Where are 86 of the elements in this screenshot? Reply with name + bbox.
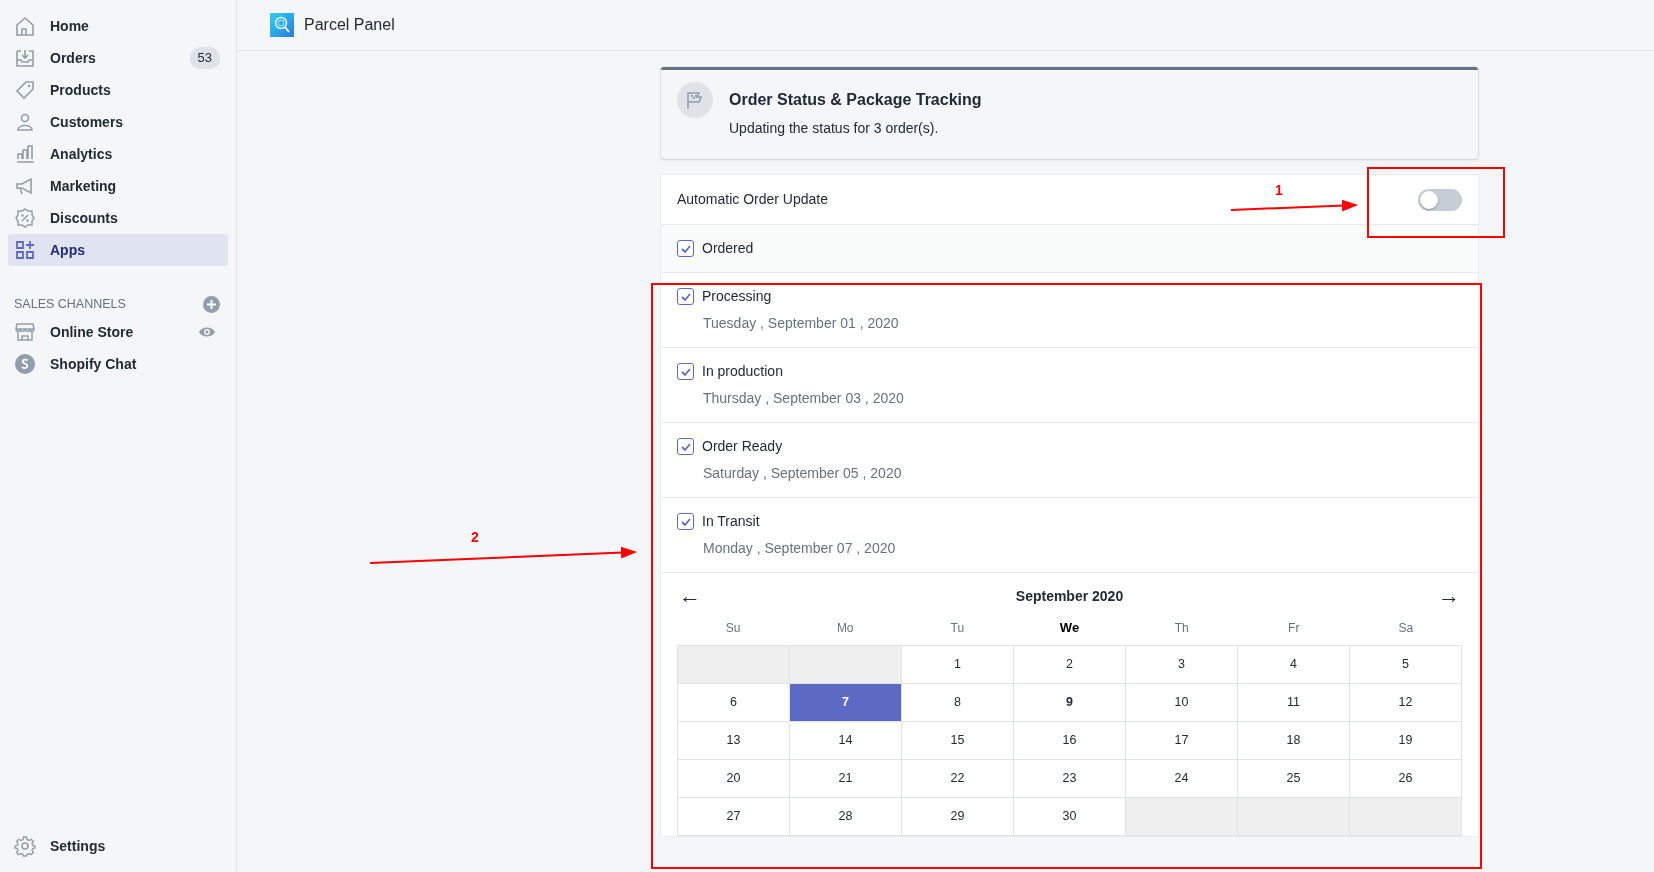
previous-month-button[interactable]: ← [677,585,703,607]
next-month-button[interactable]: → [1436,585,1462,607]
checkbox[interactable] [677,288,694,305]
day-cell[interactable]: 16 [1014,722,1126,760]
bar-chart-icon [14,143,36,165]
weekday-label: Su [724,620,742,637]
day-cell[interactable]: 7 [790,684,902,722]
store-icon [14,321,36,343]
day-cell[interactable]: 2 [1014,646,1126,684]
month-title: September 2020 [1015,586,1124,606]
status-date: Saturday , September 05 , 2020 [703,464,903,483]
day-cell[interactable]: 4 [1238,646,1350,684]
day-cell[interactable]: 14 [790,722,902,760]
annotation-number: 2 [471,529,479,545]
sidebar-item[interactable]: Customers [8,106,228,138]
status-label: In production [702,362,783,381]
toggle-label: Automatic Order Update [677,190,828,209]
day-cell[interactable]: 8 [902,684,1014,722]
weekday-label: We [1058,619,1081,638]
sidebar-item[interactable]: Orders 53 [8,42,228,74]
tag-icon [14,79,36,101]
apps-icon [14,239,36,261]
sidebar-item[interactable]: Products [8,74,228,106]
checkbox[interactable] [677,438,694,455]
toggle-switch[interactable] [1418,188,1462,211]
weekday-label: Sa [1397,620,1415,637]
day-cell[interactable]: 26 [1350,760,1462,798]
checkbox[interactable] [677,513,694,530]
day-cell[interactable]: 15 [902,722,1014,760]
section-heading: SALES CHANNELS [14,295,126,313]
weekday-label: Tu [949,620,966,637]
sidebar-item[interactable]: Home [8,10,228,42]
day-cell[interactable]: 6 [678,684,790,722]
card-subtitle: Updating the status for 3 order(s). [729,119,940,138]
day-cell[interactable]: 28 [790,798,902,836]
status-label: Order Ready [702,437,783,456]
card-title: Order Status & Package Tracking [729,90,982,110]
weekday-label: Fr [1287,620,1301,637]
day-cell[interactable]: 20 [678,760,790,798]
day-cell[interactable]: 25 [1238,760,1350,798]
sidebar-item[interactable]: Online Store [8,316,228,348]
sidebar-item[interactable]: Settings [8,830,228,862]
day-cell[interactable]: 30 [1014,798,1126,836]
day-cell[interactable]: 22 [902,760,1014,798]
day-cell[interactable]: 12 [1350,684,1462,722]
day-cell[interactable]: 1 [902,646,1014,684]
checkbox[interactable] [677,363,694,380]
day-cell[interactable]: 3 [1126,646,1238,684]
sidebar-item[interactable]: Analytics [8,138,228,170]
annotation-number: 1 [1275,182,1283,198]
inbox-icon [14,47,36,69]
app-logo-icon [270,13,294,37]
day-cell[interactable]: 11 [1238,684,1350,722]
day-cell[interactable]: 21 [790,760,902,798]
settings-icon [14,835,36,857]
add-icon[interactable] [203,295,220,313]
status-date: Tuesday , September 01 , 2020 [703,314,900,333]
day-cell[interactable]: 23 [1014,760,1126,798]
status-label: Ordered [702,239,754,258]
count-badge: 53 [189,47,220,69]
status-date: Monday , September 07 , 2020 [703,539,897,558]
checkbox[interactable] [677,240,694,257]
day-cell[interactable]: 24 [1126,760,1238,798]
home-icon [14,15,36,37]
day-cell[interactable]: 19 [1350,722,1462,760]
chat-icon [14,353,36,375]
day-cell[interactable]: 29 [902,798,1014,836]
sidebar-item[interactable]: Apps [8,234,228,266]
discount-icon [14,207,36,229]
weekday-label: Mo [835,620,855,637]
day-cell[interactable]: 5 [1350,646,1462,684]
sidebar-item[interactable]: Discounts [8,202,228,234]
day-cell[interactable]: 9 [1014,684,1126,722]
status-label: Processing [702,287,772,306]
day-cell[interactable]: 18 [1238,722,1350,760]
status-label: In Transit [702,512,760,531]
weekday-label: Th [1173,620,1190,637]
status-date: Thursday , September 03 , 2020 [703,389,905,408]
day-cell[interactable]: 13 [678,722,790,760]
day-cell[interactable]: 27 [678,798,790,836]
day-cell[interactable]: 17 [1126,722,1238,760]
sidebar-item[interactable]: Marketing [8,170,228,202]
day-cell[interactable]: 10 [1126,684,1238,722]
sidebar-item[interactable]: Shopify Chat [8,348,228,380]
person-icon [14,111,36,133]
app-name: Parcel Panel [304,15,395,35]
